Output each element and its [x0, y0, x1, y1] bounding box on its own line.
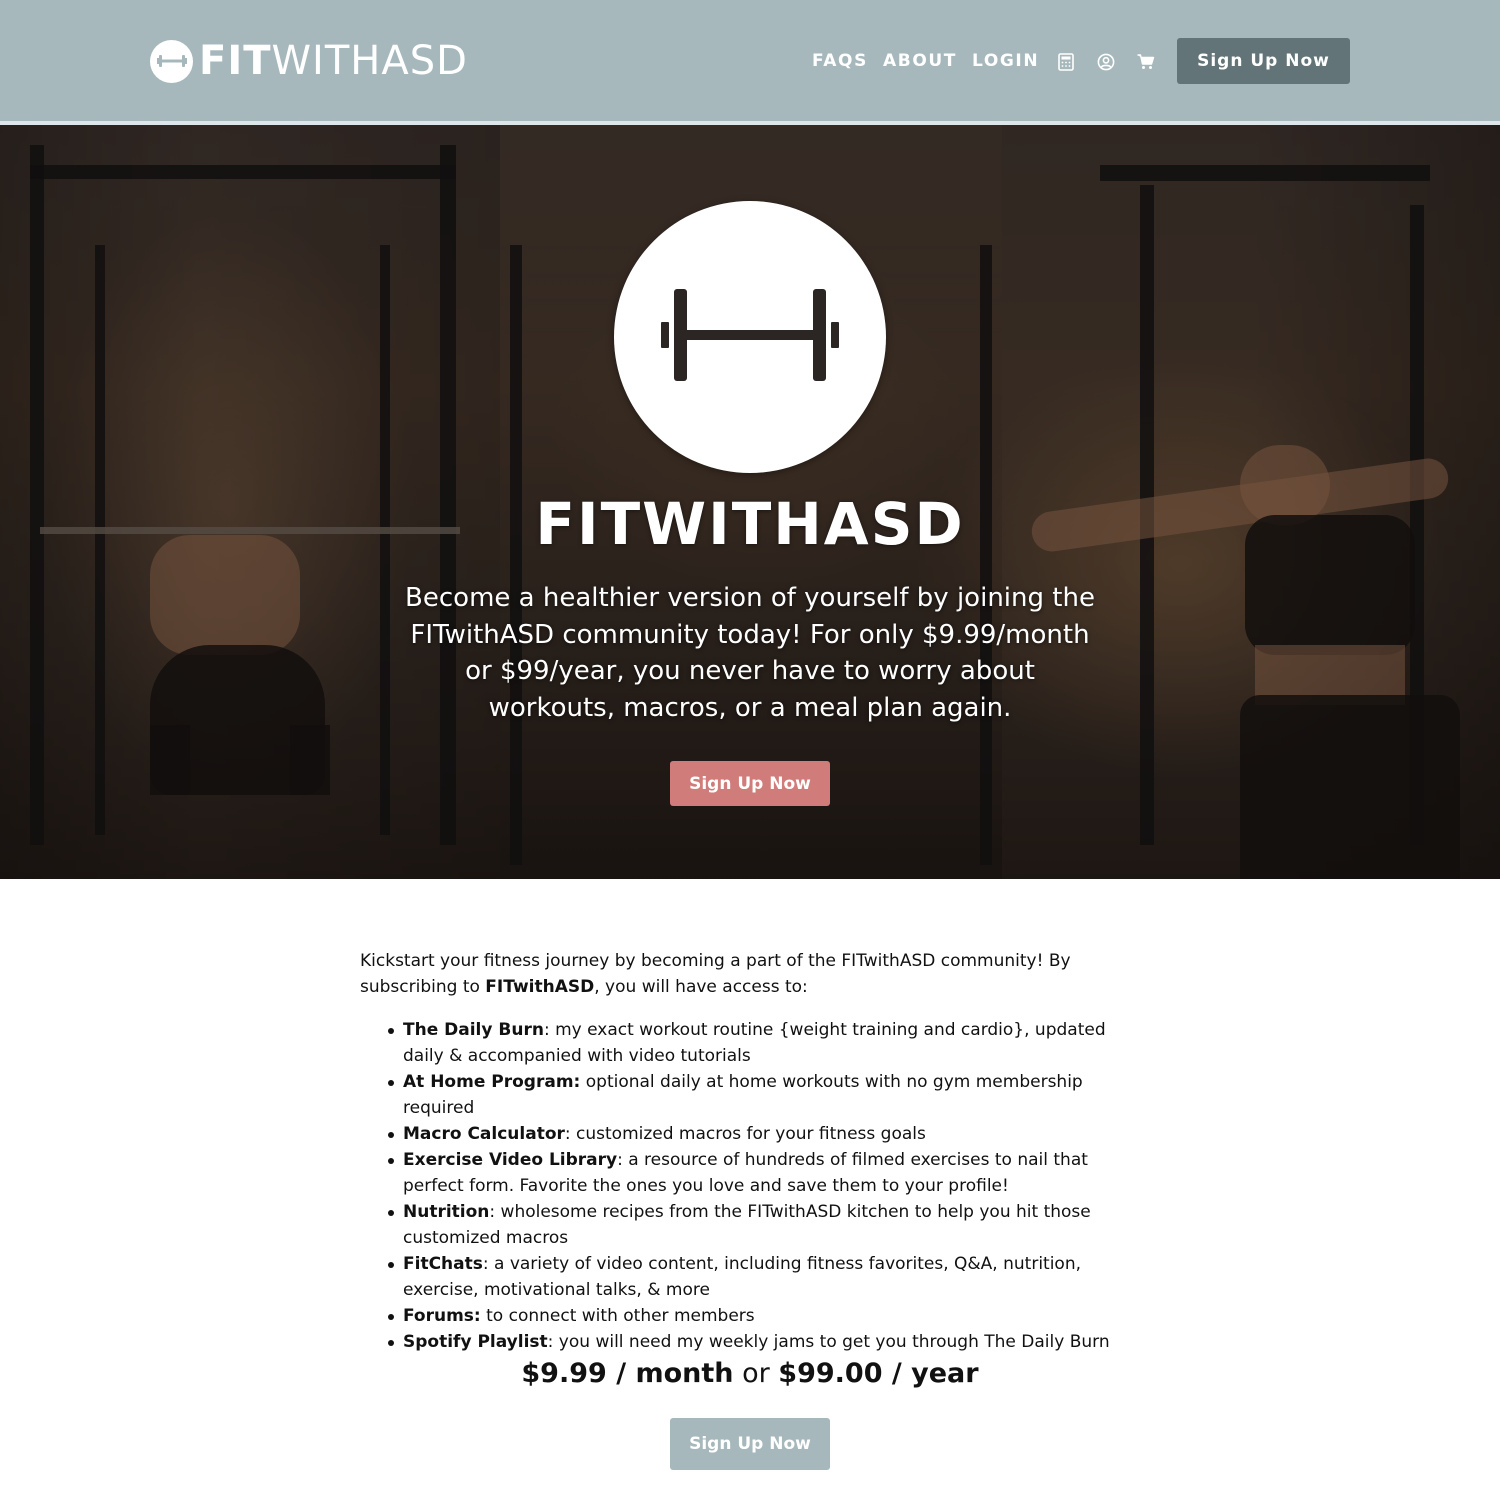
dumbbell-icon — [150, 39, 193, 83]
hero-description: Become a healthier version of yourself b… — [405, 583, 1095, 723]
hero-logo-circle — [614, 201, 886, 473]
dumbbell-icon — [661, 288, 839, 386]
list-item: FitChats: a variety of video content, in… — [388, 1251, 1140, 1303]
list-item: Macro Calculator: customized macros for … — [388, 1121, 1140, 1147]
cart-icon[interactable] — [1136, 52, 1156, 72]
nav-faqs[interactable]: FAQS — [812, 48, 868, 74]
logo-wordmark: FITWITHASD — [199, 38, 468, 84]
nav-login[interactable]: LOGIN — [972, 48, 1039, 74]
pricing-line: $9.99 / month or $99.00 / year — [521, 1358, 979, 1389]
list-item: The Daily Burn: my exact workout routine… — [388, 1017, 1140, 1069]
site-logo[interactable]: FITWITHASD — [150, 38, 468, 84]
bottom-sign-up-button[interactable]: Sign Up Now — [670, 1418, 830, 1470]
hero-sign-up-button[interactable]: Sign Up Now — [670, 761, 830, 806]
list-item: Spotify Playlist: you will need my weekl… — [388, 1329, 1140, 1355]
account-icon[interactable] — [1096, 52, 1116, 72]
list-item: At Home Program: optional daily at home … — [388, 1069, 1140, 1121]
hero-title: FITWITHASD — [535, 490, 965, 558]
membership-details: Kickstart your fitness journey by becomi… — [360, 948, 1140, 1355]
header-sign-up-button[interactable]: Sign Up Now — [1177, 38, 1350, 84]
feature-list: The Daily Burn: my exact workout routine… — [360, 1017, 1140, 1355]
site-header: FITWITHASD FAQS ABOUT LOGIN Sign Up Now — [0, 0, 1500, 121]
list-item: Forums: to connect with other members — [388, 1303, 1140, 1329]
calculator-icon[interactable] — [1056, 52, 1076, 72]
nav-about[interactable]: ABOUT — [883, 48, 957, 74]
list-item: Nutrition: wholesome recipes from the FI… — [388, 1199, 1140, 1251]
list-item: Exercise Video Library: a resource of hu… — [388, 1147, 1140, 1199]
intro-paragraph: Kickstart your fitness journey by becomi… — [360, 951, 1071, 997]
